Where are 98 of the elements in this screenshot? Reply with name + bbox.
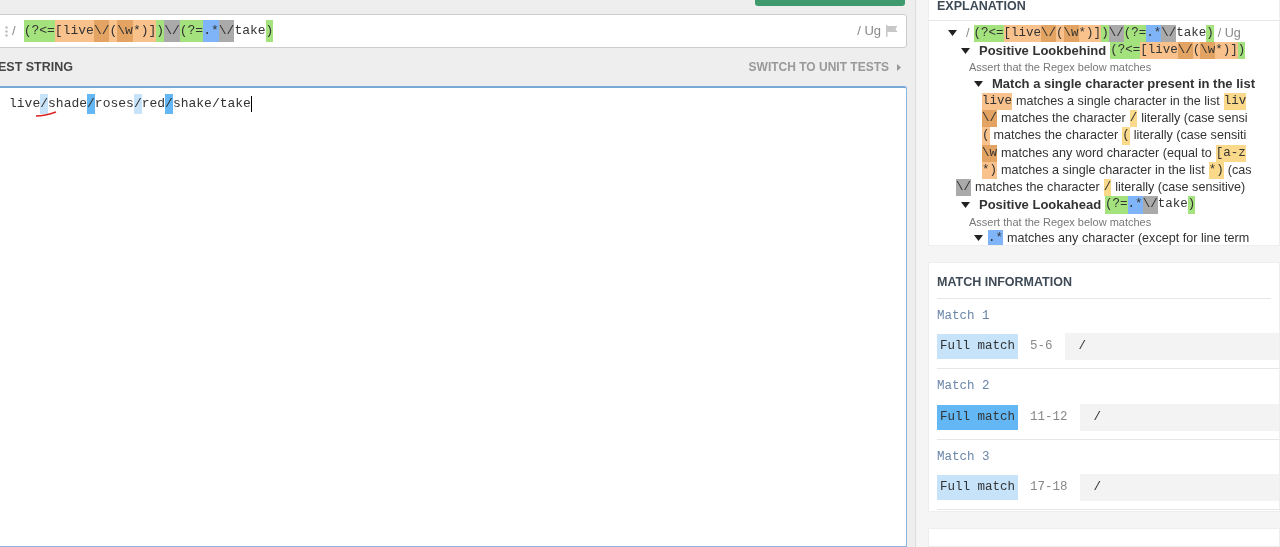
regex-token: ) [1187, 196, 1196, 214]
expand-caret-icon[interactable] [948, 29, 957, 38]
node-heading: Match a single character present in the list [992, 75, 1255, 93]
regex-token: live [62, 20, 94, 42]
explanation-text: matches any word character (equal to [1001, 144, 1212, 162]
regex-token: \/ [1161, 24, 1177, 43]
regex-text: take [234, 22, 266, 41]
node-heading: Positive Lookbehind [979, 42, 1107, 60]
regex-token: [ [54, 20, 63, 42]
expand-caret-icon[interactable] [974, 80, 983, 88]
regex-token: / [1103, 179, 1112, 197]
test-text: shake/take [172, 95, 251, 113]
match-label[interactable]: Full match [937, 404, 1018, 430]
regex-token: ( [1056, 24, 1064, 43]
match-title: Match 1 [937, 307, 991, 325]
regex-token: live [1011, 24, 1042, 43]
regex-token: .* [1146, 24, 1162, 43]
regex-token: ] [1230, 42, 1238, 60]
regex-token: live [982, 92, 1012, 110]
regex-token: \w [117, 20, 133, 42]
flags-text[interactable]: / Ug [857, 21, 881, 41]
regex-token: (?<= [973, 24, 1004, 43]
text-cursor [250, 95, 252, 112]
regex-token: [a-z [1215, 144, 1246, 162]
card-title: MATCH INFORMATION [937, 274, 1072, 289]
match-value: / [1064, 333, 1279, 361]
explanation-text: matches the character [1001, 109, 1126, 127]
regex-token: .* [203, 20, 219, 42]
regex-token: take [1157, 196, 1188, 214]
explanation-text: / Ug [1217, 24, 1241, 42]
regex-token: live [1147, 42, 1178, 60]
spellcheck-underline [35, 111, 57, 117]
test-text: red [141, 95, 166, 113]
card-title: EXPLANATION [937, 0, 1026, 13]
expand-caret-icon[interactable] [961, 46, 970, 55]
match-range: 11-12 [1030, 408, 1068, 426]
match-value: / [1079, 403, 1279, 431]
regex-token: (?= [1123, 24, 1147, 43]
test-text: roses [94, 95, 134, 113]
regex-token: *) [1215, 42, 1231, 60]
match-label[interactable]: Full match [937, 475, 1018, 501]
regex-token: .* [988, 229, 1003, 245]
match-range: 17-18 [1030, 479, 1068, 497]
match-label[interactable]: Full match [937, 334, 1018, 360]
match-title: Match 3 [937, 448, 991, 466]
match-value: / [1079, 474, 1279, 502]
regex-token: \w [982, 144, 997, 162]
caret-icon [897, 63, 901, 71]
regex-token: ) [1101, 24, 1109, 43]
regex-token: (?= [1105, 196, 1128, 214]
test-text: shade [48, 95, 88, 113]
explanation-text: matches a single character in the list [1001, 161, 1205, 179]
regex-token: ( [109, 20, 118, 42]
explanation-text: literally (case sensitive) [1115, 179, 1246, 197]
explanation-text: matches any character (except for line term [1007, 229, 1250, 245]
node-heading: Positive Lookahead [979, 196, 1102, 214]
regex-token: *) [1208, 161, 1224, 180]
regex-token: ] [148, 20, 157, 42]
regex-token: ) [1237, 42, 1246, 60]
regex-delimiter: / [12, 22, 16, 41]
regex-token: ( [982, 127, 990, 145]
explanation-text: matches a single character in the list [1016, 92, 1220, 110]
match-title: Match 2 [937, 378, 991, 396]
regex-token: take [1176, 24, 1207, 42]
match-highlight: / [133, 94, 142, 114]
regex-token: \w [1200, 42, 1216, 60]
match-highlight: / [165, 94, 173, 114]
regex-token: (?<= [23, 20, 55, 42]
explanation-text: matches the character [993, 127, 1119, 145]
regex-token: liv [1223, 92, 1247, 110]
regex-token: ( [1122, 127, 1130, 145]
regex-token: [ [1003, 24, 1012, 43]
regex-token: ) [156, 20, 165, 42]
explanation-text: matches the character [975, 179, 1100, 197]
expand-caret-icon[interactable] [961, 201, 970, 210]
regex-token: ) [265, 20, 274, 42]
regex-token: / [1129, 109, 1138, 128]
explanation-text: (cas [1227, 161, 1252, 179]
explanation-text: literally (case sensiti [1133, 127, 1247, 145]
expand-caret-icon[interactable] [974, 234, 983, 243]
regex-token: ) [1206, 24, 1214, 43]
explanation-text: literally (case sensi [1141, 109, 1248, 127]
regex-token: (?= [179, 20, 204, 42]
test-text: live [9, 95, 41, 113]
node-note: Assert that the Regex below matches [969, 214, 1152, 230]
node-note: Assert that the Regex below matches [969, 60, 1152, 76]
regex-token: ( [1192, 42, 1201, 60]
explanation-text: / [966, 24, 970, 42]
regex-token: [ [1140, 42, 1148, 60]
match-highlight: / [40, 94, 49, 114]
regex-token: ] [1093, 24, 1102, 43]
regex-token: \/ [1041, 24, 1057, 43]
match-highlight: / [87, 94, 95, 114]
regex-token: \/ [956, 179, 971, 197]
drag-handle-icon [5, 25, 8, 37]
regex-token: \/ [164, 20, 180, 42]
regex-token: (?<= [1110, 42, 1141, 60]
match-range: 5-6 [1030, 338, 1053, 356]
